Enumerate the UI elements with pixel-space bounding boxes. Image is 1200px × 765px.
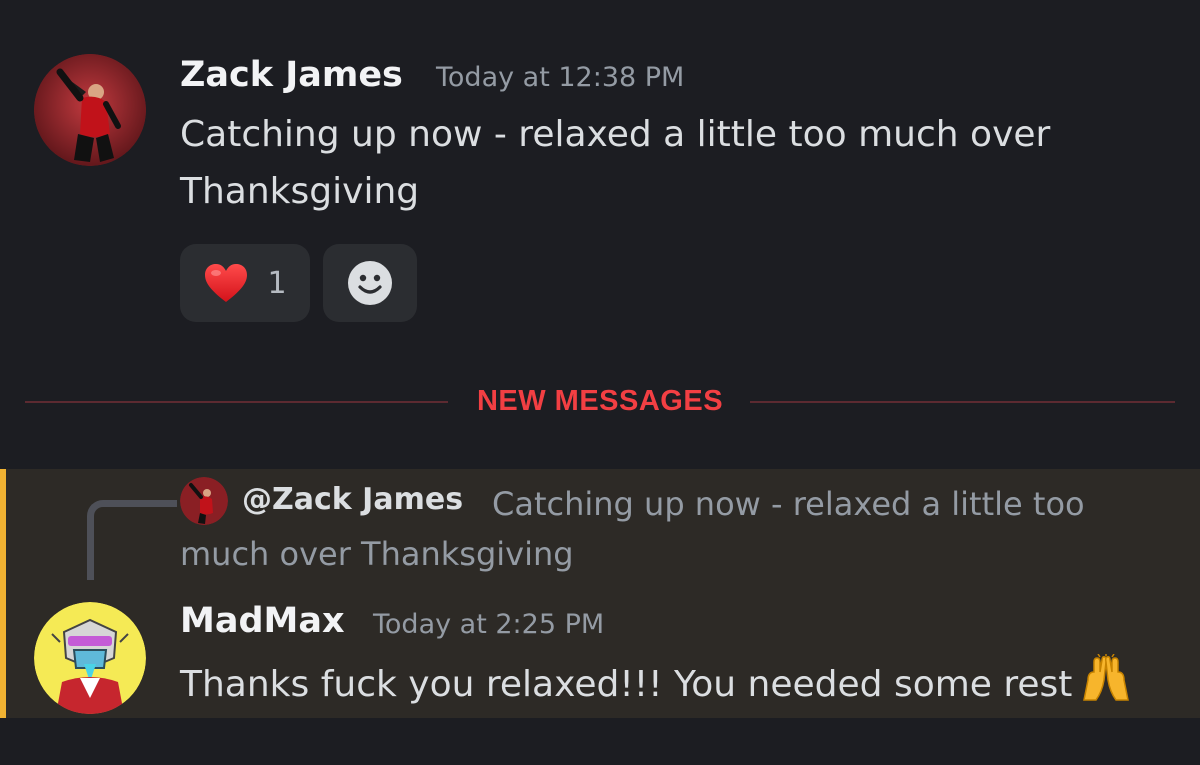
message-timestamp: Today at 2:25 PM	[373, 609, 605, 640]
reaction-count: 1	[267, 265, 287, 301]
message-text: Catching up now - relaxed a little too m…	[180, 114, 1051, 212]
raising-hands-icon	[1083, 654, 1130, 701]
avatar-madmax[interactable]	[34, 602, 146, 714]
smiley-icon	[348, 261, 392, 305]
avatar-image	[34, 602, 146, 714]
reaction-heart-button[interactable]: 1	[180, 244, 310, 322]
mention-highlight-bar	[0, 469, 6, 718]
new-messages-divider: NEW MESSAGES	[476, 385, 724, 417]
reply-author[interactable]: @Zack James	[242, 479, 463, 521]
chat-log: Zack James Today at 12:38 PM Catching up…	[0, 0, 1200, 765]
message-author[interactable]: MadMax	[180, 600, 345, 642]
divider-line-right	[750, 401, 1175, 403]
avatar-image	[34, 54, 146, 166]
divider-line-left	[25, 401, 448, 403]
add-reaction-button[interactable]	[323, 244, 417, 322]
avatar-zack-james[interactable]	[34, 54, 146, 166]
reply-spine	[87, 500, 177, 580]
heart-icon	[205, 264, 248, 302]
message-author[interactable]: Zack James	[180, 54, 403, 96]
message-timestamp: Today at 12:38 PM	[436, 62, 685, 93]
message-text-row: Thanks fuck you relaxed!!! You needed so…	[180, 654, 1180, 713]
message-text: Thanks fuck you relaxed!!! You needed so…	[180, 664, 1073, 705]
